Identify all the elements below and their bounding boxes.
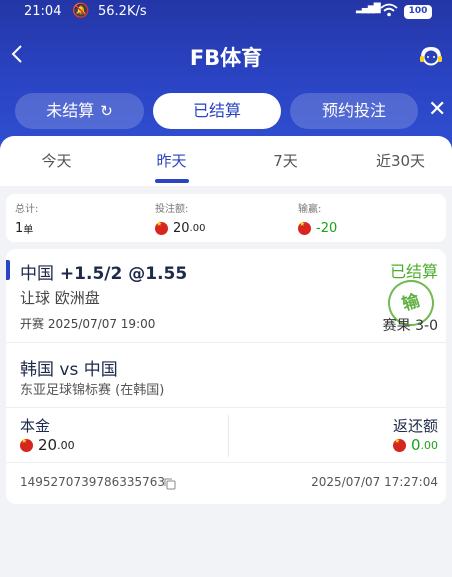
wifi-icon [380, 3, 398, 20]
bet-time: 2025/07/07 17:27:04 [311, 475, 438, 489]
currency-flag-icon [155, 220, 168, 235]
page-title: FB体育 [189, 46, 263, 70]
summary-total-value: 1 [15, 221, 24, 236]
close-icon[interactable]: ✕ [428, 97, 446, 123]
tab-7days[interactable]: 7天 [229, 150, 342, 171]
segment-unsettled-label: 未结算 [46, 101, 95, 120]
divider [6, 407, 446, 408]
summary-winloss-label: 输赢: [298, 204, 322, 215]
divider [6, 462, 446, 463]
network-speed: 56.2K/s [98, 4, 147, 19]
bet-selection: 中国 [20, 264, 54, 284]
summary-total-label: 总计: [15, 204, 39, 215]
summary-total: 总计: 1单 [15, 200, 38, 236]
segment-scheduled[interactable]: 预约投注 [290, 93, 418, 129]
customer-service-icon[interactable] [418, 44, 444, 70]
currency-flag-icon [392, 437, 406, 452]
bet-line-odds: +1.5/2 @1.55 [59, 264, 188, 284]
summary-stake: 投注额: 20.00 [155, 200, 205, 236]
stake-label: 本金 [20, 417, 51, 435]
refresh-icon[interactable]: ↻ [100, 93, 113, 129]
return-int: 0 [410, 436, 421, 454]
league-name: 东亚足球锦标赛 (在韩国) [20, 383, 165, 398]
date-range-tabs: 今天 昨天 7天 近30天 [0, 136, 452, 186]
signal-icon: ▂▄▆█ [356, 4, 381, 14]
copy-icon[interactable] [164, 475, 176, 490]
summary-panel: 总计: 1单 投注额: 20.00 输赢: -20 [6, 194, 446, 242]
return-label: 返还额 [392, 417, 438, 435]
summary-total-unit: 单 [23, 225, 34, 236]
bet-status-segments: 未结算 ↻ 已结算 预约投注 ✕ [0, 91, 452, 131]
summary-winloss: 输赢: -20 [298, 200, 337, 236]
card-accent-bar [6, 260, 10, 280]
stake-dec: .00 [57, 438, 75, 452]
status-bar: 21:04 🔕 56.2K/s ▂▄▆█ 100 [0, 0, 452, 26]
order-id: 1495270739786335763 [20, 475, 166, 489]
mute-bell-icon: 🔕 [72, 3, 90, 19]
bet-card[interactable]: 中国 +1.5/2 @1.55 已结算 让球 欧洲盘 开赛 2025/07/07… [6, 249, 446, 504]
vertical-divider [228, 415, 229, 457]
summary-winloss-value: -20 [316, 221, 338, 236]
bet-market: 让球 欧洲盘 [20, 289, 100, 307]
stake-int: 20 [38, 436, 58, 454]
divider [6, 342, 446, 343]
segment-settled[interactable]: 已结算 [153, 93, 281, 129]
return-dec: .00 [420, 438, 439, 452]
bet-status: 已结算 [389, 262, 438, 281]
match-score: 赛果 3-0 [382, 318, 438, 334]
tab-30days[interactable]: 近30天 [344, 150, 452, 171]
currency-flag-icon [298, 220, 311, 235]
battery-icon: 100 [404, 5, 432, 19]
summary-stake-int: 20 [173, 221, 190, 236]
segment-unsettled[interactable]: 未结算 ↻ [15, 93, 144, 129]
currency-flag-icon [20, 437, 33, 452]
match-teams: 韩国 vs 中国 [20, 360, 118, 380]
summary-stake-dec: .00 [189, 223, 206, 234]
kickoff-time: 开赛 2025/07/07 19:00 [20, 317, 156, 331]
summary-stake-label: 投注额: [155, 204, 189, 215]
active-tab-indicator [155, 179, 189, 183]
tab-yesterday[interactable]: 昨天 [115, 150, 228, 171]
status-time: 21:04 [24, 4, 62, 19]
tab-today[interactable]: 今天 [0, 150, 113, 171]
